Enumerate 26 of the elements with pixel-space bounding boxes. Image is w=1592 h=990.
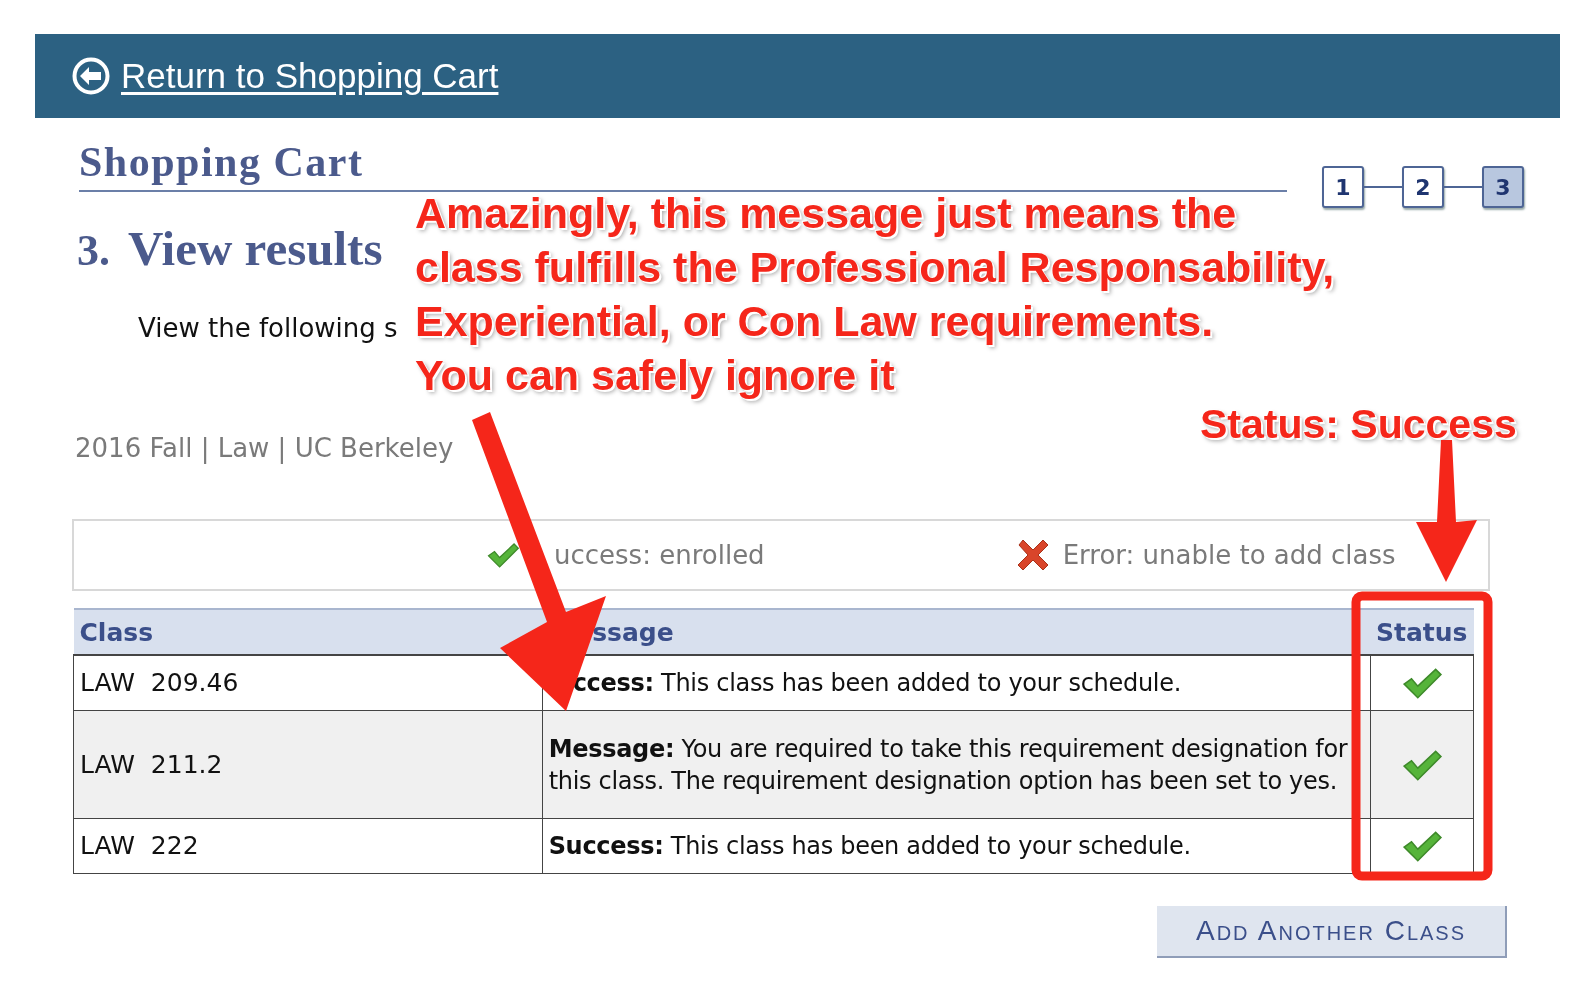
step-indicator: 3 — [1482, 166, 1524, 208]
step-indicator: 2 — [1402, 166, 1444, 208]
column-header: ssage — [542, 609, 1371, 655]
instruction-text: View the following s — [138, 313, 398, 343]
check-icon — [486, 541, 520, 569]
table-cell: Success: This class has been added to your schedule. — [542, 818, 1371, 874]
table-cell: LAW 209.46 — [73, 655, 543, 711]
check-icon — [1400, 829, 1443, 863]
step-indicator: 1 — [1322, 166, 1364, 208]
table-cell: Message: You are required to take this requirement designation for this class. The requirement designation option has been set to yes. — [542, 710, 1371, 819]
return-link[interactable]: Return to Shopping Cart — [121, 56, 499, 96]
check-icon — [1400, 666, 1443, 700]
table-cell: LAW 222 — [73, 818, 543, 874]
table-cell: LAW 211.2 — [73, 710, 543, 819]
page-title: Shopping Cart — [79, 138, 365, 186]
term-info: 2016 Fall | Law | UC Berkeley — [75, 433, 454, 463]
legend-label: uccess: enrolled — [554, 540, 765, 570]
check-icon — [1400, 747, 1443, 782]
add-class-button[interactable]: Add Another Class — [1157, 906, 1507, 958]
annotation-text: Status: Success — [1200, 404, 1517, 444]
step-title: View results — [128, 220, 383, 277]
column-header: Class — [73, 609, 543, 655]
column-header: Status — [1370, 609, 1474, 655]
legend-label: Error: unable to add class — [1062, 540, 1396, 570]
step-number: 3. — [77, 225, 110, 276]
table-cell: ccess: This class has been added to your schedule. — [542, 655, 1371, 711]
